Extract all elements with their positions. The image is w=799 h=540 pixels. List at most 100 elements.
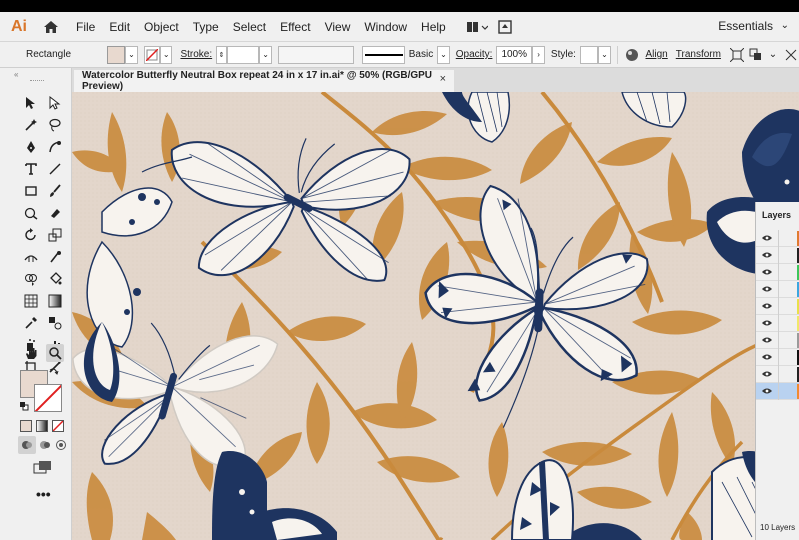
stroke-weight-dropdown[interactable]: ⌄: [259, 45, 272, 64]
lock-column[interactable]: [778, 366, 779, 383]
variable-width-profile[interactable]: [277, 45, 355, 64]
fill-dropdown[interactable]: ⌄: [125, 45, 138, 64]
eye-icon[interactable]: [762, 285, 772, 293]
menu-file[interactable]: File: [76, 20, 95, 34]
direct-selection-tool-icon[interactable]: [46, 94, 64, 112]
none-mode-icon[interactable]: [52, 420, 64, 432]
lock-column[interactable]: [778, 349, 779, 366]
menu-window[interactable]: Window: [364, 20, 407, 34]
align-button[interactable]: Align: [646, 49, 668, 60]
layer-row[interactable]: [756, 247, 799, 264]
stroke-weight-input[interactable]: [226, 45, 260, 64]
layers-title[interactable]: Layers: [762, 210, 791, 220]
home-icon[interactable]: [40, 16, 62, 38]
share-icon[interactable]: [494, 17, 516, 37]
style-dropdown[interactable]: ⌄: [598, 45, 611, 64]
menu-effect[interactable]: Effect: [280, 20, 310, 34]
menu-view[interactable]: View: [325, 20, 351, 34]
menu-select[interactable]: Select: [233, 20, 266, 34]
lock-column[interactable]: [778, 247, 779, 264]
menu-help[interactable]: Help: [421, 20, 446, 34]
lock-column[interactable]: [778, 315, 779, 332]
fill-color-swatch[interactable]: [107, 45, 126, 64]
line-segment-tool-icon[interactable]: [46, 160, 64, 178]
hand-tool-icon[interactable]: [22, 344, 40, 362]
swap-fill-stroke-icon[interactable]: [48, 366, 60, 378]
default-fill-stroke-icon[interactable]: [18, 400, 30, 412]
gradient-mode-icon[interactable]: [36, 420, 48, 432]
screen-mode-icon[interactable]: [32, 458, 54, 476]
layer-row[interactable]: [756, 315, 799, 332]
eye-icon[interactable]: [762, 370, 772, 378]
edit-toolbar-icon[interactable]: •••: [36, 486, 51, 502]
lock-column[interactable]: [778, 281, 779, 298]
color-mode-icon[interactable]: [20, 420, 32, 432]
stroke-color-swatch[interactable]: [143, 45, 160, 64]
layer-row[interactable]: [756, 281, 799, 298]
arrange-icon[interactable]: [749, 46, 765, 64]
lock-column[interactable]: [778, 298, 779, 315]
eye-icon[interactable]: [762, 353, 772, 361]
artboard-canvas[interactable]: [72, 92, 799, 540]
workspace-switcher[interactable]: Essentials: [718, 19, 773, 33]
pen-tool-icon[interactable]: [22, 138, 40, 156]
panel-grip[interactable]: [30, 80, 44, 82]
perspective-grid-tool-icon[interactable]: [22, 292, 40, 310]
stroke-label[interactable]: Stroke:: [180, 49, 212, 60]
layer-row[interactable]: [756, 264, 799, 281]
layer-row[interactable]: [756, 366, 799, 383]
live-paint-bucket-icon[interactable]: [46, 270, 64, 288]
eyedropper-tool-icon[interactable]: [22, 314, 40, 332]
stroke-swatch[interactable]: [34, 384, 62, 412]
transform-button[interactable]: Transform: [676, 49, 721, 60]
chevron-down-icon[interactable]: ⌄: [781, 20, 789, 31]
recolor-artwork-icon[interactable]: [624, 46, 640, 64]
shape-builder-tool-icon[interactable]: [22, 270, 40, 288]
magic-wand-tool-icon[interactable]: [22, 116, 40, 134]
gradient-tool-icon[interactable]: [46, 292, 64, 310]
menu-edit[interactable]: Edit: [109, 20, 130, 34]
eye-icon[interactable]: [762, 302, 772, 310]
close-tab-icon[interactable]: ×: [440, 73, 446, 85]
zoom-tool-icon[interactable]: [46, 344, 64, 362]
panel-menu-icon[interactable]: [783, 46, 799, 64]
menu-type[interactable]: Type: [193, 20, 219, 34]
isolate-object-icon[interactable]: [729, 46, 745, 64]
curvature-tool-icon[interactable]: [46, 138, 64, 156]
lasso-tool-icon[interactable]: [46, 116, 64, 134]
draw-inside-icon[interactable]: [52, 436, 70, 454]
rotate-tool-icon[interactable]: [22, 226, 40, 244]
paintbrush-tool-icon[interactable]: [46, 182, 64, 200]
eye-icon[interactable]: [762, 336, 772, 344]
lock-column[interactable]: [778, 383, 779, 400]
eye-icon[interactable]: [762, 319, 772, 327]
opacity-dropdown[interactable]: ›: [532, 45, 545, 64]
layer-row[interactable]: [756, 230, 799, 247]
layer-row[interactable]: [756, 349, 799, 366]
eye-icon[interactable]: [762, 268, 772, 276]
selection-tool-icon[interactable]: [22, 94, 40, 112]
blend-tool-icon[interactable]: [46, 314, 64, 332]
eraser-tool-icon[interactable]: [46, 204, 64, 222]
puppet-warp-tool-icon[interactable]: [46, 248, 64, 266]
arrange-documents-icon[interactable]: [466, 17, 488, 37]
eye-icon[interactable]: [762, 387, 772, 395]
opacity-label[interactable]: Opacity:: [456, 49, 493, 60]
scale-tool-icon[interactable]: [46, 226, 64, 244]
lock-column[interactable]: [778, 264, 779, 281]
stroke-weight-stepper[interactable]: ⇕: [216, 45, 227, 64]
lock-column[interactable]: [778, 230, 779, 247]
opacity-input[interactable]: 100%: [496, 45, 533, 64]
panel-collapse-icon[interactable]: «: [14, 70, 18, 79]
graphic-style-swatch[interactable]: [579, 45, 599, 64]
draw-normal-icon[interactable]: [18, 436, 36, 454]
rectangle-tool-icon[interactable]: [22, 182, 40, 200]
brush-dropdown[interactable]: ⌄: [437, 45, 450, 64]
lock-column[interactable]: [778, 332, 779, 349]
layer-row[interactable]: [756, 332, 799, 349]
width-tool-icon[interactable]: [22, 248, 40, 266]
layer-row[interactable]: [756, 298, 799, 315]
eye-icon[interactable]: [762, 234, 772, 242]
shaper-tool-icon[interactable]: [22, 204, 40, 222]
eye-icon[interactable]: [762, 251, 772, 259]
